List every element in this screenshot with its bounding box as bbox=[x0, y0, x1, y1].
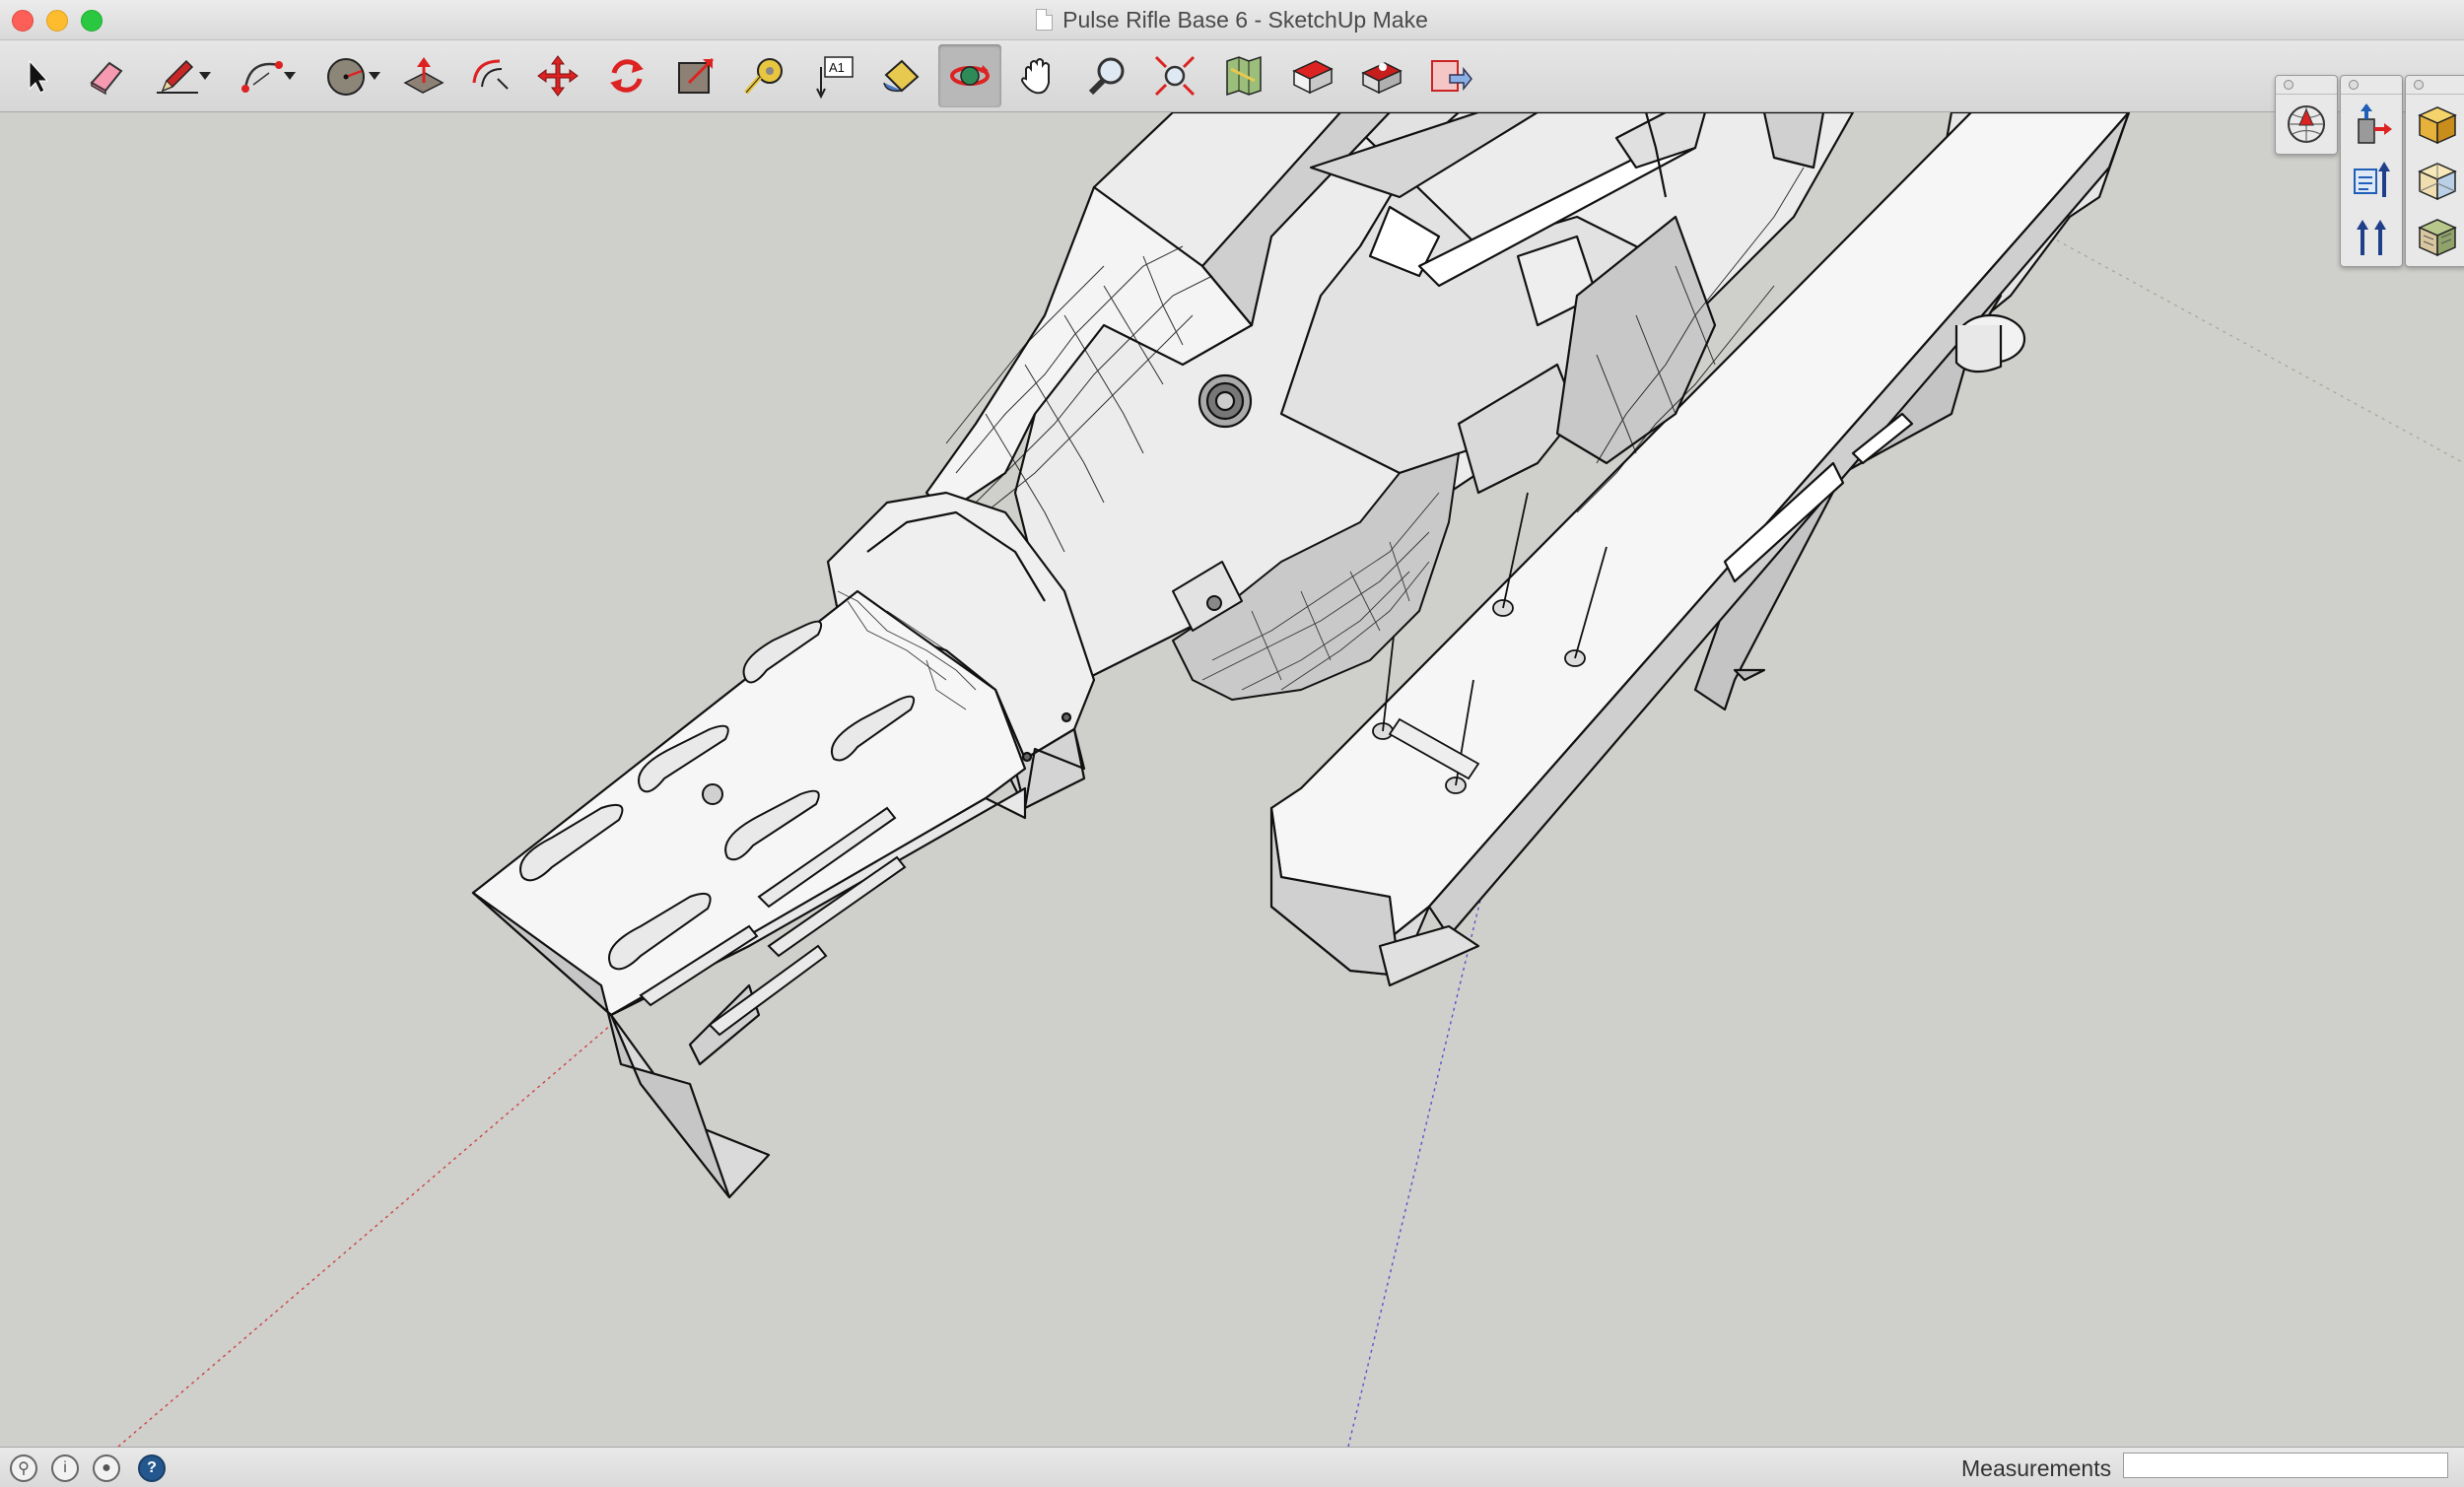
eraser-icon bbox=[90, 61, 123, 96]
hand-icon bbox=[1020, 58, 1050, 95]
textured-style-button[interactable] bbox=[2409, 210, 2464, 263]
orbit-icon bbox=[950, 65, 990, 86]
vertical-arrows-button[interactable] bbox=[2344, 210, 2399, 263]
add-location-tool[interactable] bbox=[1212, 44, 1275, 107]
move-arrows-icon bbox=[537, 55, 579, 97]
textured-box-icon bbox=[2418, 219, 2457, 257]
credits-icon[interactable]: i bbox=[51, 1454, 79, 1482]
send-to-layout-tool[interactable] bbox=[1419, 44, 1482, 107]
extension-warehouse-icon bbox=[1361, 62, 1403, 95]
warehouse-icon bbox=[1292, 60, 1334, 95]
chevron-down-icon[interactable] bbox=[369, 72, 380, 80]
shape-tool[interactable] bbox=[315, 44, 380, 107]
text-tool[interactable]: A1 bbox=[802, 44, 865, 107]
zoom-tool[interactable] bbox=[1076, 44, 1139, 107]
push-up-button[interactable] bbox=[2344, 98, 2399, 151]
model-canvas[interactable] bbox=[0, 110, 2464, 1448]
pencil-icon bbox=[157, 59, 198, 94]
scale-tool[interactable] bbox=[664, 44, 727, 107]
eraser-tool[interactable] bbox=[75, 44, 138, 107]
palette-3 bbox=[2405, 75, 2464, 267]
palette-1 bbox=[2275, 75, 2338, 155]
text-icon: A1 bbox=[816, 56, 854, 99]
arc-tool[interactable] bbox=[231, 44, 296, 107]
paint-bucket-tool[interactable] bbox=[869, 44, 932, 107]
measurements-input[interactable] bbox=[2123, 1453, 2448, 1478]
rotate-tool[interactable] bbox=[595, 44, 658, 107]
xray-style-button[interactable] bbox=[2409, 154, 2464, 207]
line-tool[interactable] bbox=[146, 44, 211, 107]
push-pull-tool[interactable] bbox=[392, 44, 455, 107]
model-viewport[interactable] bbox=[0, 110, 2464, 1448]
tape-measure-tool[interactable] bbox=[733, 44, 796, 107]
push-up-icon bbox=[2358, 103, 2392, 144]
arrow-cursor-icon bbox=[29, 59, 49, 94]
status-bar: ⚲ i ● ? Measurements bbox=[0, 1447, 2464, 1487]
zoom-extents-tool[interactable] bbox=[1143, 44, 1206, 107]
geo-globe-button[interactable] bbox=[2279, 98, 2334, 151]
map-icon bbox=[1226, 55, 1262, 97]
pan-tool[interactable] bbox=[1007, 44, 1070, 107]
layout-icon bbox=[1431, 60, 1472, 92]
orbit-tool[interactable] bbox=[938, 44, 1001, 107]
palette-2 bbox=[2340, 75, 2403, 267]
text-arrow-icon bbox=[2354, 162, 2390, 197]
vertical-arrows-icon bbox=[2357, 220, 2386, 255]
palette-close-button[interactable] bbox=[2406, 76, 2464, 95]
tape-measure-icon bbox=[744, 58, 783, 95]
document-icon bbox=[1036, 9, 1054, 31]
window-title-wrap: Pulse Rifle Base 6 - SketchUp Make bbox=[0, 0, 2464, 39]
solid-style-button[interactable] bbox=[2409, 98, 2464, 151]
svg-text:A1: A1 bbox=[829, 60, 845, 75]
window-titlebar: Pulse Rifle Base 6 - SketchUp Make bbox=[0, 0, 2464, 40]
select-tool[interactable] bbox=[6, 44, 69, 107]
rotate-icon bbox=[610, 59, 644, 93]
geo-location-icon[interactable]: ⚲ bbox=[10, 1454, 37, 1482]
measurements-label: Measurements bbox=[1961, 1455, 2112, 1481]
scale-icon bbox=[678, 57, 715, 94]
window-title: Pulse Rifle Base 6 - SketchUp Make bbox=[1062, 6, 1428, 33]
offset-icon bbox=[472, 59, 509, 90]
zoom-extents-icon bbox=[1154, 55, 1196, 97]
arc-icon bbox=[241, 61, 283, 93]
palette-close-button[interactable] bbox=[2276, 76, 2337, 95]
paint-bucket-icon bbox=[883, 59, 920, 93]
extension-warehouse-tool[interactable] bbox=[1350, 44, 1413, 107]
offset-tool[interactable] bbox=[459, 44, 522, 107]
main-toolbar: A1 bbox=[0, 40, 2464, 112]
chevron-down-icon[interactable] bbox=[199, 72, 211, 80]
user-icon[interactable]: ● bbox=[93, 1454, 120, 1482]
magnifier-icon bbox=[1088, 57, 1125, 96]
text-arrow-button[interactable] bbox=[2344, 154, 2399, 207]
palette-close-button[interactable] bbox=[2341, 76, 2402, 95]
push-pull-icon bbox=[403, 57, 445, 94]
help-icon[interactable]: ? bbox=[138, 1454, 166, 1482]
3d-warehouse-tool[interactable] bbox=[1281, 44, 1344, 107]
xray-box-icon bbox=[2418, 163, 2457, 201]
move-tool[interactable] bbox=[526, 44, 589, 107]
circle-shape-icon bbox=[327, 58, 365, 96]
solid-box-icon bbox=[2418, 106, 2457, 145]
chevron-down-icon[interactable] bbox=[284, 72, 296, 80]
globe-icon bbox=[2288, 105, 2325, 143]
